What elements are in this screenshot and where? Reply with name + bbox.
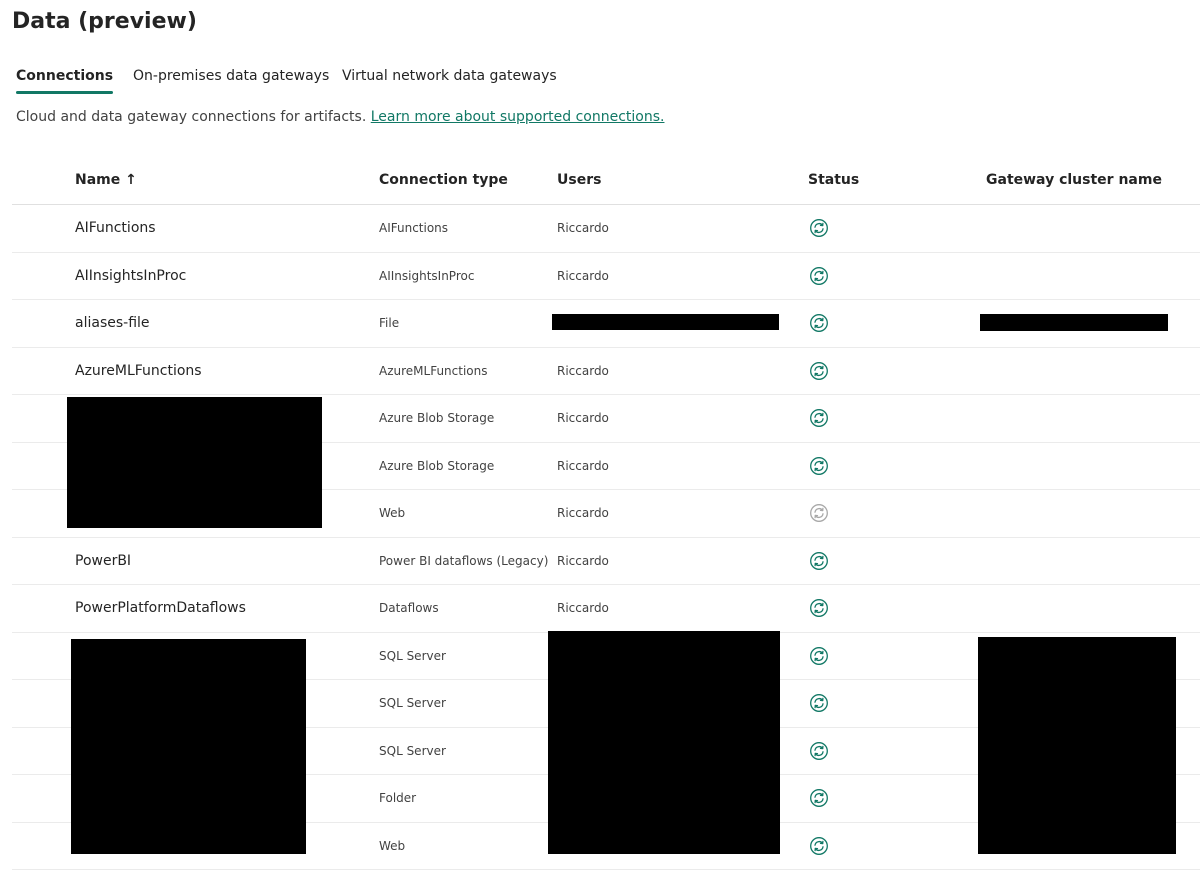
connection-status xyxy=(809,538,839,584)
description-text: Cloud and data gateway connections for a… xyxy=(16,109,371,125)
refresh-cycle-icon xyxy=(810,314,828,332)
refresh-cycle-icon xyxy=(810,219,828,237)
refresh-cycle-icon xyxy=(810,836,828,855)
refresh-cycle-icon xyxy=(810,266,828,285)
connection-type: SQL Server xyxy=(379,648,446,663)
refresh-cycle-icon xyxy=(810,409,828,427)
table-row[interactable]: AzureMLFunctions AzureMLFunctions Riccardo xyxy=(12,348,1200,395)
tab-connections[interactable]: Connections xyxy=(16,66,114,94)
connection-users: Riccardo xyxy=(557,221,609,235)
page-description: Cloud and data gateway connections for a… xyxy=(16,109,664,125)
connection-type: Power BI dataflows (Legacy) xyxy=(379,553,549,568)
refresh-cycle-icon xyxy=(810,646,828,665)
redacted-gateway-block xyxy=(980,314,1168,331)
connection-type: Folder xyxy=(379,791,417,805)
connection-users: Riccardo xyxy=(557,363,609,378)
connection-users: Riccardo xyxy=(557,458,609,473)
connection-status xyxy=(809,585,839,631)
redacted-name-block xyxy=(71,639,306,854)
column-header-users[interactable]: Users xyxy=(557,172,601,188)
connection-type: SQL Server xyxy=(379,743,446,758)
connection-status xyxy=(809,823,839,869)
connection-type: Dataflows xyxy=(379,601,439,615)
connection-name[interactable]: PowerPlatformDataflows xyxy=(75,585,325,631)
connection-status xyxy=(809,253,839,299)
column-header-connection-type[interactable]: Connection type xyxy=(379,172,508,188)
connection-status xyxy=(809,633,839,679)
connection-name[interactable]: AzureMLFunctions xyxy=(75,348,325,394)
column-header-status[interactable]: Status xyxy=(808,172,859,188)
redacted-gateway-block xyxy=(978,637,1176,854)
connection-users: Riccardo xyxy=(557,268,609,283)
connection-type: Web xyxy=(379,838,406,853)
redacted-name-block xyxy=(67,397,322,528)
refresh-cycle-icon xyxy=(810,599,828,617)
connection-type: Azure Blob Storage xyxy=(379,411,495,425)
connection-users: Riccardo xyxy=(557,411,609,425)
page-title: Data (preview) xyxy=(12,9,197,34)
connection-type: AzureMLFunctions xyxy=(379,363,488,378)
refresh-cycle-icon xyxy=(810,361,828,380)
connection-status xyxy=(809,395,839,441)
table-row[interactable]: PowerPlatformDataflows Dataflows Riccardo xyxy=(12,585,1200,633)
table-header: Name ↑ Connection type Users Status Gate… xyxy=(12,158,1200,205)
connection-name[interactable]: AIInsightsInProc xyxy=(75,253,325,299)
learn-more-link[interactable]: Learn more about supported connections. xyxy=(371,109,665,125)
connection-status xyxy=(809,300,839,346)
connection-name[interactable]: PowerBI xyxy=(75,538,325,584)
connection-status xyxy=(809,680,839,726)
connection-type: AIFunctions xyxy=(379,221,449,235)
refresh-cycle-icon xyxy=(810,694,828,712)
redacted-users-block xyxy=(552,314,779,330)
table-row[interactable]: AIInsightsInProc AIInsightsInProc Riccardo xyxy=(12,253,1200,300)
connection-status xyxy=(809,443,839,489)
refresh-cycle-icon xyxy=(810,741,828,760)
refresh-cycle-icon xyxy=(810,504,828,522)
connection-users: Riccardo xyxy=(557,553,609,568)
connection-status xyxy=(809,205,839,251)
connection-type: SQL Server xyxy=(379,696,446,710)
connection-users: Riccardo xyxy=(557,601,609,615)
table-row[interactable]: PowerBI Power BI dataflows (Legacy) Riccar… xyxy=(12,538,1200,585)
connection-type: AIInsightsInProc xyxy=(379,268,475,283)
connection-status xyxy=(809,348,839,394)
connection-type: Azure Blob Storage xyxy=(379,458,495,473)
column-header-name[interactable]: Name ↑ xyxy=(75,172,137,188)
column-header-gateway-cluster-name[interactable]: Gateway cluster name xyxy=(986,172,1162,188)
tab-on-premises-gateways[interactable]: On-premises data gateways xyxy=(133,66,329,94)
tab-virtual-network-gateways[interactable]: Virtual network data gateways xyxy=(342,66,557,94)
connection-name[interactable]: AIFunctions xyxy=(75,205,325,251)
refresh-cycle-icon xyxy=(810,789,828,807)
connection-type: Web xyxy=(379,506,406,520)
connection-status xyxy=(809,775,839,821)
connection-status xyxy=(809,728,839,774)
connection-name[interactable]: aliases-file xyxy=(75,300,325,346)
refresh-cycle-icon xyxy=(810,551,828,570)
refresh-cycle-icon xyxy=(810,456,828,475)
connection-status xyxy=(809,490,839,536)
redacted-users-block xyxy=(548,631,780,854)
table-row[interactable]: AIFunctions AIFunctions Riccardo xyxy=(12,205,1200,253)
connection-type: File xyxy=(379,316,400,330)
connection-users: Riccardo xyxy=(557,506,609,520)
